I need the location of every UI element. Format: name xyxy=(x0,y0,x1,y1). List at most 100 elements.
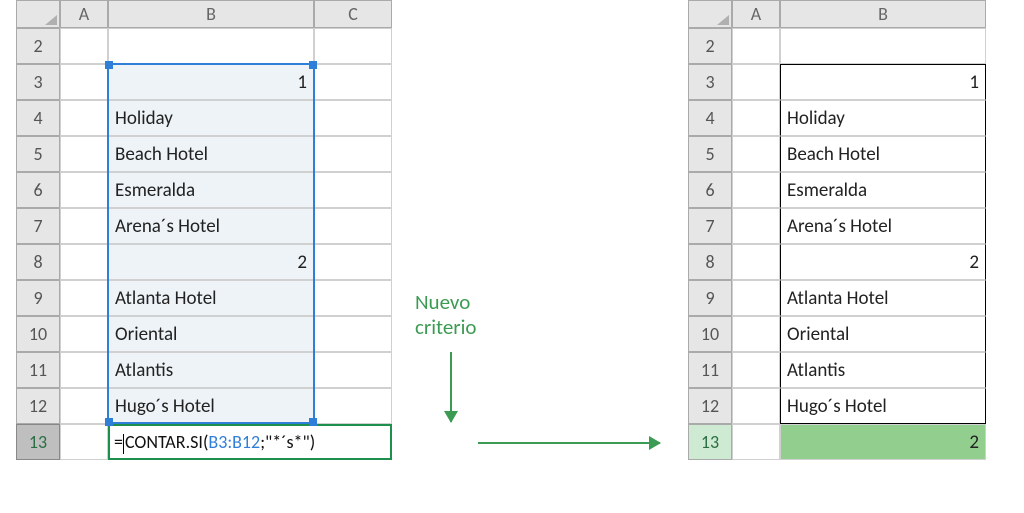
row-header-7[interactable]: 7 xyxy=(16,208,60,244)
cell-A10-right[interactable] xyxy=(732,316,780,352)
cell-A7[interactable] xyxy=(60,208,108,244)
row-header-6[interactable]: 6 xyxy=(16,172,60,208)
cell-B5-right[interactable]: Beach Hotel xyxy=(780,136,986,172)
row-header-4-right[interactable]: 4 xyxy=(688,100,732,136)
cell-B7[interactable]: Arena´s Hotel xyxy=(108,208,314,244)
row-header-9[interactable]: 9 xyxy=(16,280,60,316)
row-header-8[interactable]: 8 xyxy=(16,244,60,280)
cell-B3-right[interactable]: 1 xyxy=(780,64,986,100)
select-all-corner[interactable] xyxy=(16,0,60,28)
row-header-8-right[interactable]: 8 xyxy=(688,244,732,280)
cell-B13-formula-editor[interactable]: =CONTAR.SI(B3:B12;"*´s*") xyxy=(108,424,392,460)
cell-C8[interactable] xyxy=(314,244,392,280)
row-header-9-right[interactable]: 9 xyxy=(688,280,732,316)
col-header-B[interactable]: B xyxy=(108,0,314,28)
annotation-text: Nuevo criterio xyxy=(415,290,477,340)
cell-B9-right[interactable]: Atlanta Hotel xyxy=(780,280,986,316)
cell-B6-right[interactable]: Esmeralda xyxy=(780,172,986,208)
cell-B11-right[interactable]: Atlantis xyxy=(780,352,986,388)
cell-A13-right[interactable] xyxy=(732,424,780,460)
cell-A6[interactable] xyxy=(60,172,108,208)
row-header-10-right[interactable]: 10 xyxy=(688,316,732,352)
arrow-right-icon xyxy=(478,442,660,444)
cell-C10[interactable] xyxy=(314,316,392,352)
cell-B10-right[interactable]: Oriental xyxy=(780,316,986,352)
cell-A5-right[interactable] xyxy=(732,136,780,172)
formula-func: CONTAR.SI xyxy=(125,431,203,453)
spreadsheet-left: A B C 2 3 1 4 Holiday 5 Beach Hotel 6 Es… xyxy=(16,0,392,460)
cell-B12[interactable]: Hugo´s Hotel xyxy=(108,388,314,424)
cell-B4[interactable]: Holiday xyxy=(108,100,314,136)
annotation-line2: criterio xyxy=(415,315,477,340)
cell-A2[interactable] xyxy=(60,28,108,64)
cell-C11[interactable] xyxy=(314,352,392,388)
cell-B4-right[interactable]: Holiday xyxy=(780,100,986,136)
cell-C5[interactable] xyxy=(314,136,392,172)
row-header-3-right[interactable]: 3 xyxy=(688,64,732,100)
row-header-13-right[interactable]: 13 xyxy=(688,424,732,460)
col-header-A-right[interactable]: A xyxy=(732,0,780,28)
cell-B2[interactable] xyxy=(108,28,314,64)
cell-C7[interactable] xyxy=(314,208,392,244)
cell-A7-right[interactable] xyxy=(732,208,780,244)
cell-A8-right[interactable] xyxy=(732,244,780,280)
cell-C2[interactable] xyxy=(314,28,392,64)
cell-A10[interactable] xyxy=(60,316,108,352)
row-header-6-right[interactable]: 6 xyxy=(688,172,732,208)
cell-C6[interactable] xyxy=(314,172,392,208)
row-header-11[interactable]: 11 xyxy=(16,352,60,388)
annotation-line1: Nuevo xyxy=(415,290,477,315)
cell-A4[interactable] xyxy=(60,100,108,136)
cell-A12-right[interactable] xyxy=(732,388,780,424)
cell-B2-right[interactable] xyxy=(780,28,986,64)
cell-B5[interactable]: Beach Hotel xyxy=(108,136,314,172)
spreadsheet-right: A B 2 3 1 4 Holiday 5 Beach Hotel 6 Esme… xyxy=(688,0,986,460)
cell-B3[interactable]: 1 xyxy=(108,64,314,100)
cell-B9[interactable]: Atlanta Hotel xyxy=(108,280,314,316)
cell-B6[interactable]: Esmeralda xyxy=(108,172,314,208)
arrow-down-icon xyxy=(450,352,452,422)
cell-B8-right[interactable]: 2 xyxy=(780,244,986,280)
row-header-12[interactable]: 12 xyxy=(16,388,60,424)
cell-A11[interactable] xyxy=(60,352,108,388)
cell-A13[interactable] xyxy=(60,424,108,460)
cell-A2-right[interactable] xyxy=(732,28,780,64)
col-header-A[interactable]: A xyxy=(60,0,108,28)
cell-C12[interactable] xyxy=(314,388,392,424)
formula-close: ) xyxy=(310,431,315,453)
cell-A3[interactable] xyxy=(60,64,108,100)
formula-ref: B3:B12 xyxy=(208,431,260,453)
cell-A5[interactable] xyxy=(60,136,108,172)
cell-A8[interactable] xyxy=(60,244,108,280)
cell-B13-right[interactable]: 2 xyxy=(780,424,986,460)
cell-B12-right[interactable]: Hugo´s Hotel xyxy=(780,388,986,424)
cell-C4[interactable] xyxy=(314,100,392,136)
row-header-13[interactable]: 13 xyxy=(16,424,60,460)
cell-C9[interactable] xyxy=(314,280,392,316)
cell-A6-right[interactable] xyxy=(732,172,780,208)
col-header-B-right[interactable]: B xyxy=(780,0,986,28)
cell-A12[interactable] xyxy=(60,388,108,424)
row-header-2[interactable]: 2 xyxy=(16,28,60,64)
row-header-2-right[interactable]: 2 xyxy=(688,28,732,64)
row-header-12-right[interactable]: 12 xyxy=(688,388,732,424)
cell-A4-right[interactable] xyxy=(732,100,780,136)
row-header-11-right[interactable]: 11 xyxy=(688,352,732,388)
row-header-3[interactable]: 3 xyxy=(16,64,60,100)
cell-A11-right[interactable] xyxy=(732,352,780,388)
row-header-5-right[interactable]: 5 xyxy=(688,136,732,172)
row-header-10[interactable]: 10 xyxy=(16,316,60,352)
row-header-5[interactable]: 5 xyxy=(16,136,60,172)
cell-B8[interactable]: 2 xyxy=(108,244,314,280)
cell-B11[interactable]: Atlantis xyxy=(108,352,314,388)
row-header-4[interactable]: 4 xyxy=(16,100,60,136)
row-header-7-right[interactable]: 7 xyxy=(688,208,732,244)
cell-A9-right[interactable] xyxy=(732,280,780,316)
col-header-C[interactable]: C xyxy=(314,0,392,28)
cell-A3-right[interactable] xyxy=(732,64,780,100)
cell-C3[interactable] xyxy=(314,64,392,100)
cell-A9[interactable] xyxy=(60,280,108,316)
select-all-corner-right[interactable] xyxy=(688,0,732,28)
cell-B7-right[interactable]: Arena´s Hotel xyxy=(780,208,986,244)
cell-B10[interactable]: Oriental xyxy=(108,316,314,352)
